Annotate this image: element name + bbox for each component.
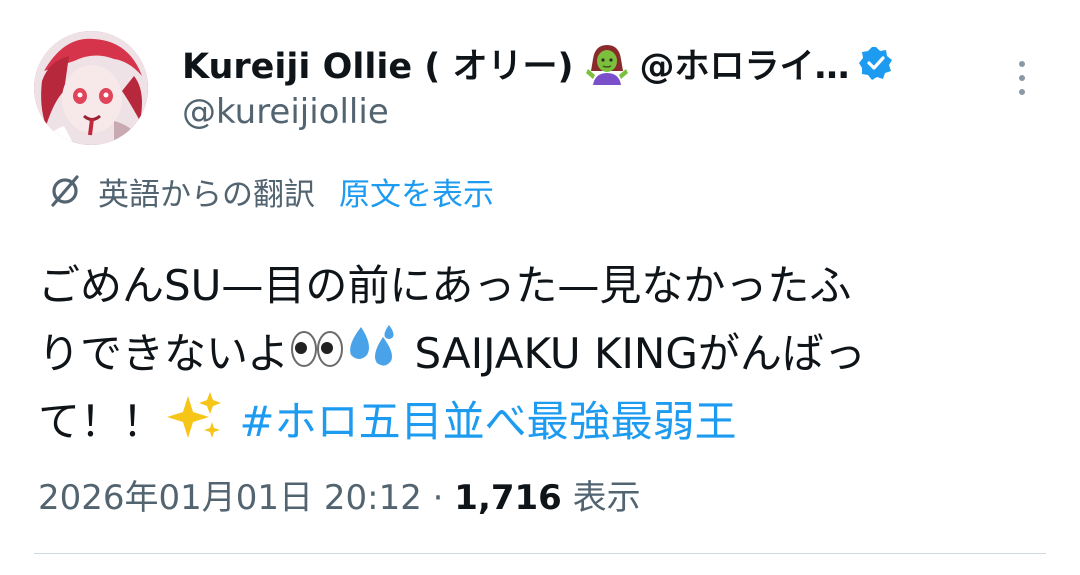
avatar[interactable] [34, 31, 148, 145]
tweet: Kureiji Ollie ( オリー) @ホロライ… @kureijiolli… [0, 0, 1080, 575]
translation-row: 英語からの翻訳 原文を表示 [46, 168, 494, 214]
views-count: 1,716 [454, 478, 562, 518]
tweet-meta: 2026年01月01日 20:12 · 1,716 表示 [38, 470, 641, 519]
tweet-text-line-2: りできないよ SAIJAKU KINGがんばっ [38, 320, 1048, 388]
tweet-text-segment: りできないよ [38, 329, 290, 378]
views-label: 表示 [561, 478, 641, 518]
author-display-name[interactable]: Kureiji Ollie ( オリー) [182, 38, 573, 89]
divider [34, 553, 1046, 554]
tweet-text-segment: SAIJAKU KINGがんばっ [401, 329, 866, 378]
meta-separator: · [421, 478, 455, 518]
avatar-image [34, 31, 148, 145]
tweet-text-segment: て！！ [38, 397, 165, 446]
more-options-icon[interactable] [1012, 56, 1032, 100]
show-original-link[interactable]: 原文を表示 [339, 169, 494, 214]
tweet-text-line-3: て！！ #ホロ五目並べ最強最弱王 [38, 388, 1048, 456]
author-handle[interactable]: @kureijiollie [182, 92, 389, 132]
verified-badge-icon [859, 46, 893, 80]
author-name-row[interactable]: Kureiji Ollie ( オリー) @ホロライ… [182, 38, 893, 88]
translation-label: 英語からの翻訳 [98, 176, 315, 213]
tweet-text: ごめんSU—目の前にあった—見なかったふ りできないよ SAIJAKU KING… [38, 252, 1048, 456]
zombie-woman-icon [585, 41, 629, 85]
sparkles-icon [164, 390, 226, 460]
sweat-droplets-icon [345, 323, 401, 391]
eyes-icon [289, 323, 345, 391]
translate-icon [46, 172, 84, 210]
tweet-timestamp[interactable]: 2026年01月01日 20:12 [38, 478, 422, 518]
hashtag-link[interactable]: #ホロ五目並べ最強最弱王 [239, 397, 736, 446]
tweet-text-line-1: ごめんSU—目の前にあった—見なかったふ [38, 261, 852, 310]
author-handle-suffix[interactable]: @ホロライ… [639, 38, 849, 89]
